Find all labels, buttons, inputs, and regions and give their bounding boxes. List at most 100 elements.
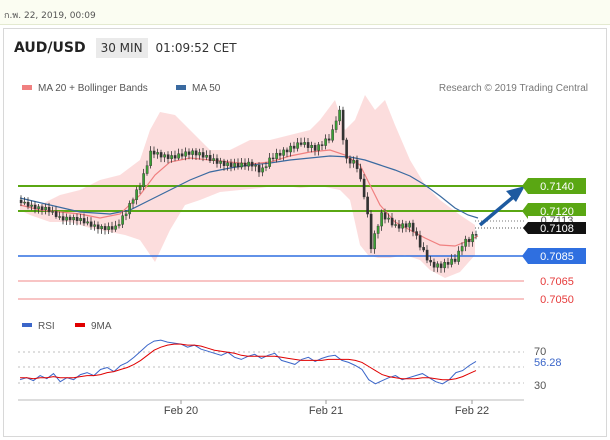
candle-body <box>135 189 138 200</box>
rsi-tick-30: 30 <box>534 380 546 392</box>
candle-body <box>268 157 271 167</box>
rsi-last-value: 56.28 <box>534 357 562 369</box>
candle-body <box>264 166 268 169</box>
candle-body <box>23 201 26 204</box>
candle-body <box>250 161 254 167</box>
candle-body <box>408 222 411 228</box>
candle-body <box>275 152 278 159</box>
candle-body <box>432 261 436 268</box>
candle-body <box>404 223 408 228</box>
candle-body <box>474 234 478 236</box>
candle-body <box>142 173 145 188</box>
candle-body <box>205 155 208 158</box>
credit-text: Research © 2019 Trading Central <box>439 83 588 94</box>
candle-body <box>415 231 418 236</box>
candle-body <box>37 206 40 209</box>
candle-body <box>145 165 149 174</box>
candle-body <box>240 162 243 168</box>
candle-body <box>86 221 89 224</box>
candle-body <box>369 213 373 250</box>
candle-body <box>317 144 320 151</box>
candle-body <box>177 153 180 159</box>
candle-body <box>425 249 429 261</box>
candle-body <box>457 250 460 262</box>
candle-body <box>261 167 264 173</box>
candle-body <box>138 186 142 190</box>
candle-body <box>208 155 212 161</box>
candle-body <box>152 150 156 155</box>
candle-body <box>30 204 33 207</box>
candle-body <box>201 152 205 158</box>
candle-body <box>236 163 240 168</box>
candle-body <box>170 155 173 159</box>
candle-body <box>128 203 131 215</box>
candle-body <box>320 144 324 146</box>
candle-body <box>159 152 163 158</box>
candle-body <box>418 235 422 248</box>
candle-body <box>362 178 366 198</box>
candle-body <box>460 246 464 252</box>
candle-body <box>19 199 23 204</box>
candle-body <box>58 216 61 218</box>
candle-body <box>173 155 177 159</box>
candle-body <box>149 150 152 166</box>
rsi-ma-line <box>20 343 477 381</box>
ma20-legend-swatch <box>22 85 32 90</box>
candle-body <box>271 157 275 160</box>
candle-body <box>100 226 103 230</box>
candle-body <box>96 224 100 230</box>
candle-body <box>411 222 415 232</box>
candle-body <box>387 217 390 220</box>
price-label-text: 0.7108 <box>540 223 574 235</box>
candle-body <box>117 224 121 227</box>
candle-body <box>383 212 387 220</box>
candle-body <box>331 129 334 141</box>
candle-body <box>341 109 345 141</box>
candle-body <box>233 163 236 168</box>
candle-body <box>359 168 362 180</box>
candle-body <box>296 142 299 149</box>
candle-body <box>450 258 453 265</box>
candle-body <box>397 224 401 229</box>
candle-body <box>390 217 394 226</box>
candle-body <box>226 162 229 166</box>
price-label-text: 0.7140 <box>540 181 574 193</box>
candle-body <box>44 206 47 210</box>
candle-body <box>380 212 383 227</box>
candle-body <box>103 226 107 230</box>
candle-body <box>471 234 474 243</box>
candle-body <box>366 196 369 215</box>
candle-body <box>257 165 261 173</box>
rsi-ma-legend-label: 9MA <box>91 321 112 332</box>
candle-body <box>292 145 296 149</box>
price-label-0.7085: 0.7085 <box>522 248 586 264</box>
candle-body <box>215 158 219 164</box>
price-label-text: 0.7050 <box>540 294 574 306</box>
candle-body <box>79 218 82 221</box>
candle-body <box>54 211 58 217</box>
candle-body <box>443 262 446 269</box>
candle-body <box>33 204 37 209</box>
candle-body <box>131 199 135 204</box>
candle-body <box>352 159 355 164</box>
ma50-legend-swatch <box>176 85 186 90</box>
candle-body <box>306 142 310 148</box>
x-tick-label: Feb 21 <box>309 405 343 417</box>
price-chart: MA 20 + Bollinger Bands MA 50 Research ©… <box>18 83 588 417</box>
candle-body <box>446 262 450 265</box>
candle-body <box>429 259 432 263</box>
candle-body <box>198 152 201 156</box>
candle-body <box>464 238 467 247</box>
x-tick-label: Feb 22 <box>455 405 489 417</box>
candle-body <box>278 152 282 156</box>
price-label-text: 0.7065 <box>540 276 574 288</box>
candle-body <box>310 145 313 148</box>
candle-body <box>338 109 341 122</box>
candle-body <box>26 201 30 207</box>
price-label-0.7108: 0.7108 <box>523 222 586 235</box>
candle-body <box>163 154 166 158</box>
ma20-legend-label: MA 20 + Bollinger Bands <box>38 83 148 94</box>
candle-body <box>334 120 338 130</box>
candle-body <box>47 206 51 213</box>
candle-body <box>453 258 457 262</box>
